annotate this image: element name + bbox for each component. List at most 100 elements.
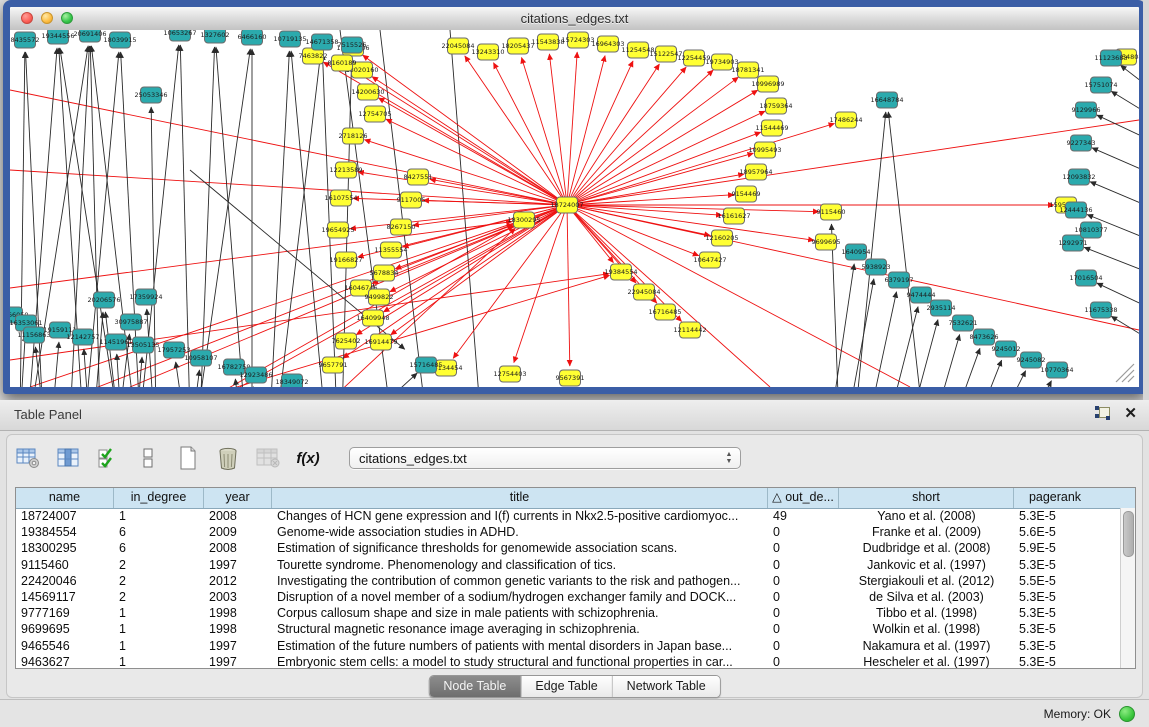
table-row[interactable]: 946362711997Embryonic stem cells: a mode… <box>16 654 1121 668</box>
table-cell[interactable]: 9463627 <box>16 654 114 668</box>
table-row[interactable]: 1872400712008Changes of HCN gene express… <box>16 508 1121 524</box>
table-cell[interactable]: Yano et al. (2008) <box>839 508 1014 524</box>
table-cell[interactable]: Disruption of a novel member of a sodium… <box>272 589 768 605</box>
table-cell[interactable]: Franke et al. (2009) <box>839 524 1014 540</box>
table-row[interactable]: 946554611997Estimation of the future num… <box>16 638 1121 654</box>
table-selector-dropdown[interactable]: citations_edges.txt ▲▼ <box>349 447 741 469</box>
table-cell[interactable]: Tourette syndrome. Phenomenology and cla… <box>272 557 768 573</box>
table-scrollbar[interactable] <box>1120 508 1135 668</box>
table-cell[interactable]: Dudbridge et al. (2008) <box>839 540 1014 556</box>
window-titlebar[interactable]: citations_edges.txt <box>10 7 1139 31</box>
table-cell[interactable]: 5.3E-5 <box>1014 638 1096 654</box>
table-cell[interactable]: 9465546 <box>16 638 114 654</box>
table-cell[interactable]: Genome-wide association studies in ADHD. <box>272 524 768 540</box>
table-cell[interactable]: 1 <box>114 654 204 668</box>
table-row[interactable]: 1830029562008Estimation of significance … <box>16 540 1121 556</box>
table-cell[interactable]: 0 <box>768 540 839 556</box>
table-cell[interactable]: 18724007 <box>16 508 114 524</box>
select-rows-icon[interactable] <box>95 446 121 470</box>
table-cell[interactable]: Estimation of significance thresholds fo… <box>272 540 768 556</box>
table-cell[interactable]: 9115460 <box>16 557 114 573</box>
table-cell[interactable]: 2008 <box>204 540 272 556</box>
table-cell[interactable]: 2009 <box>204 524 272 540</box>
column-header[interactable]: short <box>839 488 1014 508</box>
table-cell[interactable]: 2008 <box>204 508 272 524</box>
table-cell[interactable]: 14569117 <box>16 589 114 605</box>
table-cell[interactable] <box>1096 605 1121 621</box>
table-cell[interactable]: 1997 <box>204 638 272 654</box>
table-cell[interactable]: 5.9E-5 <box>1014 540 1096 556</box>
table-cell[interactable] <box>1096 638 1121 654</box>
table-cell[interactable]: 1 <box>114 508 204 524</box>
table-settings-icon[interactable] <box>15 446 41 470</box>
table-cell[interactable]: Estimation of the future numbers of pati… <box>272 638 768 654</box>
table-row[interactable]: 1938455462009Genome-wide association stu… <box>16 524 1121 540</box>
table-cell[interactable]: 1 <box>114 621 204 637</box>
table-cell[interactable]: Nakamura et al. (1997) <box>839 638 1014 654</box>
table-cell[interactable] <box>1096 589 1121 605</box>
table-cell[interactable]: 5.3E-5 <box>1014 654 1096 668</box>
table-cell[interactable]: 1998 <box>204 605 272 621</box>
table-cell[interactable]: 0 <box>768 605 839 621</box>
table-cell[interactable]: 2 <box>114 589 204 605</box>
table-cell[interactable]: 9777169 <box>16 605 114 621</box>
table-cell[interactable]: Corpus callosum shape and size in male p… <box>272 605 768 621</box>
column-header[interactable]: title <box>272 488 768 508</box>
table-cell[interactable]: 22420046 <box>16 573 114 589</box>
column-header[interactable]: year <box>204 488 272 508</box>
table-cell[interactable]: 5.3E-5 <box>1014 589 1096 605</box>
table-cell[interactable]: 19384554 <box>16 524 114 540</box>
table-cell[interactable]: 1997 <box>204 557 272 573</box>
table-cell[interactable]: Wolkin et al. (1998) <box>839 621 1014 637</box>
table-cell[interactable]: Changes of HCN gene expression and I(f) … <box>272 508 768 524</box>
table-cell[interactable] <box>1096 540 1121 556</box>
table-cell[interactable]: 5.3E-5 <box>1014 621 1096 637</box>
table-cell[interactable]: 9699695 <box>16 621 114 637</box>
table-cell[interactable]: 6 <box>114 540 204 556</box>
float-window-icon[interactable] <box>1095 406 1110 421</box>
table-cell[interactable] <box>1096 557 1121 573</box>
table-cell[interactable] <box>1096 508 1121 524</box>
new-document-icon[interactable] <box>175 446 201 470</box>
table-cell[interactable]: 0 <box>768 621 839 637</box>
table-row[interactable]: 969969511998Structural magnetic resonanc… <box>16 621 1121 637</box>
table-cell[interactable]: 0 <box>768 654 839 668</box>
table-cell[interactable]: 5.5E-5 <box>1014 573 1096 589</box>
table-cell[interactable]: 5.3E-5 <box>1014 605 1096 621</box>
table-cell[interactable]: 0 <box>768 524 839 540</box>
tab-edge-table[interactable]: Edge Table <box>521 676 612 697</box>
table-cell[interactable]: Jankovic et al. (1997) <box>839 557 1014 573</box>
table-cell[interactable]: 6 <box>114 524 204 540</box>
column-header[interactable]: △ out_de... <box>768 488 839 508</box>
table-cell[interactable]: 5.3E-5 <box>1014 508 1096 524</box>
column-header[interactable]: pagerank <box>1014 488 1096 508</box>
function-builder-icon[interactable]: f(x) <box>295 446 321 470</box>
table-cell[interactable]: 1998 <box>204 621 272 637</box>
table-cell[interactable] <box>1096 621 1121 637</box>
tab-node-table[interactable]: Node Table <box>429 676 521 697</box>
table-cell[interactable] <box>1096 573 1121 589</box>
table-row[interactable]: 1456911722003Disruption of a novel membe… <box>16 589 1121 605</box>
table-cell[interactable]: 5.6E-5 <box>1014 524 1096 540</box>
table-cell[interactable] <box>1096 654 1121 668</box>
table-cell[interactable]: Stergiakouli et al. (2012) <box>839 573 1014 589</box>
table-row[interactable]: 911546021997Tourette syndrome. Phenomeno… <box>16 557 1121 573</box>
resize-grip-icon[interactable] <box>1116 364 1134 382</box>
table-cell[interactable]: 18300295 <box>16 540 114 556</box>
table-cell[interactable]: 5.3E-5 <box>1014 557 1096 573</box>
table-cell[interactable]: 2 <box>114 557 204 573</box>
show-columns-icon[interactable] <box>55 446 81 470</box>
table-cell[interactable]: 2003 <box>204 589 272 605</box>
table-cell[interactable]: 0 <box>768 638 839 654</box>
column-header[interactable]: name <box>16 488 114 508</box>
table-cell[interactable]: de Silva et al. (2003) <box>839 589 1014 605</box>
table-cell[interactable] <box>1096 524 1121 540</box>
table-cell[interactable]: 2 <box>114 573 204 589</box>
close-panel-icon[interactable]: ✕ <box>1124 406 1137 421</box>
column-header[interactable]: in_degree <box>114 488 204 508</box>
table-cell[interactable]: 0 <box>768 573 839 589</box>
table-cell[interactable]: 0 <box>768 589 839 605</box>
delete-icon[interactable] <box>215 446 241 470</box>
tab-network-table[interactable]: Network Table <box>613 676 720 697</box>
table-cell[interactable]: 49 <box>768 508 839 524</box>
